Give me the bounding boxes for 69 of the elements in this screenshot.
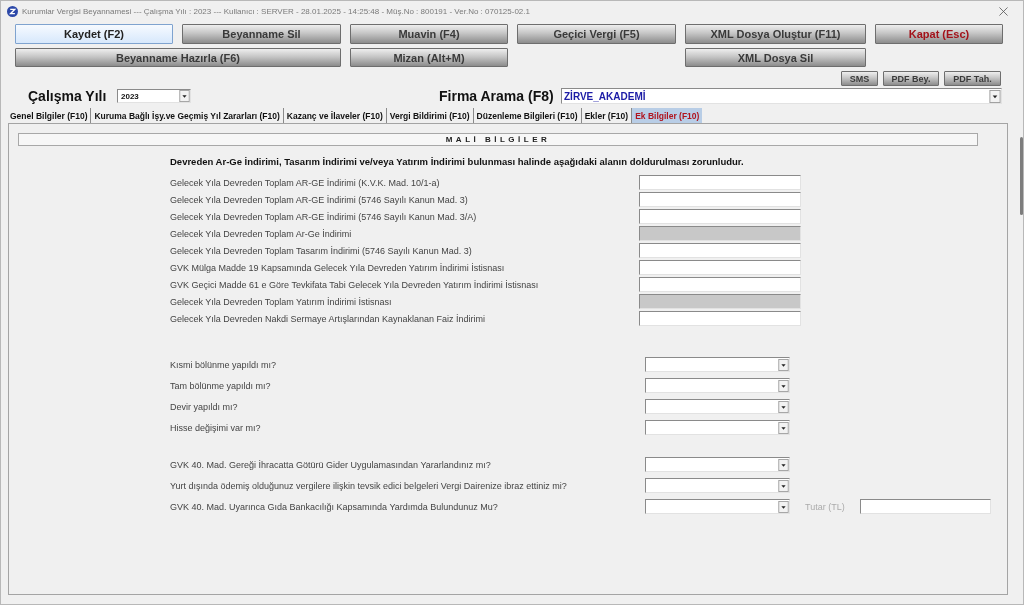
amount-label: Tutar (TL)	[805, 501, 846, 512]
input-field[interactable]	[639, 192, 801, 207]
question-label: Tam bölünme yapıldı mı?	[170, 380, 272, 391]
field-label: Gelecek Yıla Devreden Toplam AR-GE İndirimi (5746 Sayılı Kanun Mad. 3)	[170, 194, 469, 205]
toolbar-button[interactable]: XML Dosya Oluştur (F11)	[685, 24, 866, 44]
small-button[interactable]: SMS	[841, 71, 878, 86]
toolbar-button[interactable]: Beyanname Sil	[182, 24, 341, 44]
question-label: Kısmi bölünme yapıldı mı?	[170, 359, 278, 370]
tab[interactable]: Vergi Bildirimi (F10)	[385, 108, 473, 123]
caret-icon[interactable]	[989, 89, 1001, 103]
dropdown[interactable]	[645, 420, 790, 435]
toolbar-button[interactable]: Geçici Vergi (F5)	[517, 24, 676, 44]
tab[interactable]: Kuruma Bağlı İşy.ve Geçmiş Yıl Zararları (F10)	[90, 108, 283, 123]
toolbar-button[interactable]: Muavin (F4)	[350, 24, 508, 44]
field-label: Gelecek Yıla Devreden Toplam Yatırım İndirimi İstisnası	[170, 296, 393, 307]
question-label: Hisse değişimi var mı?	[170, 422, 262, 433]
tab[interactable]: Düzenleme Bilgileri (F10)	[472, 108, 581, 123]
caret-icon[interactable]	[778, 379, 789, 392]
input-field[interactable]	[639, 243, 801, 258]
company-search-label: Firma Arama (F8)	[439, 88, 555, 104]
scrollbar-thumb[interactable]	[1020, 137, 1023, 215]
question-label: Devir yapıldı mı?	[170, 401, 239, 412]
toolbar-button[interactable]: Kaydet (F2)	[15, 24, 173, 44]
dropdown[interactable]	[645, 457, 790, 472]
tab[interactable]: Kazanç ve İlaveler (F10)	[282, 108, 386, 123]
field-label: GVK Mülga Madde 19 Kapsamında Gelecek Yıla Devreden Yatırım İndirimi İstisnası	[170, 262, 506, 273]
dropdown[interactable]	[645, 357, 790, 372]
toolbar-button[interactable]: Mizan (Alt+M)	[350, 48, 508, 67]
question-label: GVK 40. Mad. Gereği İhracatta Götürü Gider Uygulamasından Yararlandınız mı?	[170, 459, 492, 470]
field-label: GVK Geçici Madde 61 e Göre Tevkifata Tabi Gelecek Yıla Devreden Yatırım İndirimi İstisnası	[170, 279, 540, 290]
field-label: Gelecek Yıla Devreden Toplam AR-GE İndirimi (5746 Sayılı Kanun Mad. 3/A)	[170, 211, 478, 222]
dropdown[interactable]	[645, 499, 790, 514]
caret-icon[interactable]	[179, 90, 190, 102]
year-label: Çalışma Yılı	[28, 88, 108, 104]
input-field[interactable]	[639, 277, 801, 292]
caret-icon[interactable]	[778, 479, 789, 492]
tab[interactable]: Genel Bilgiler (F10)	[9, 108, 91, 123]
section-header: MALİ BİLGİLER	[18, 133, 978, 146]
toolbar-button[interactable]: XML Dosya Sil	[685, 48, 866, 67]
input-field[interactable]	[639, 311, 801, 326]
dropdown[interactable]	[645, 378, 790, 393]
input-field[interactable]	[639, 209, 801, 224]
input-field[interactable]	[639, 260, 801, 275]
toolbar-button[interactable]: Beyanname Hazırla (F6)	[15, 48, 341, 67]
dropdown[interactable]	[645, 478, 790, 493]
window-title: Kurumlar Vergisi Beyannamesi --- Çalışma Yılı : 2023 --- Kullanıcı : SERVER - 28.01.2025 - 14:25:48 - Müş.No : 800191 - Ver.No : 070125-02.1	[22, 7, 531, 16]
input-field[interactable]	[639, 175, 801, 190]
small-button[interactable]: PDF Bey.	[883, 71, 939, 86]
question-label: GVK 40. Mad. Uyarınca Gıda Bankacılığı Kapsamında Yardımda Bulundunuz Mu?	[170, 501, 499, 512]
caret-icon[interactable]	[778, 358, 789, 371]
caret-icon[interactable]	[778, 458, 789, 471]
amount-input[interactable]	[860, 499, 991, 514]
app-logo-icon	[7, 6, 18, 17]
caret-icon[interactable]	[778, 400, 789, 413]
caret-icon[interactable]	[778, 500, 789, 513]
field-label: Gelecek Yıla Devreden Toplam AR-GE İndirimi (K.V.K. Mad. 10/1-a)	[170, 177, 441, 188]
caret-icon[interactable]	[778, 421, 789, 434]
small-button[interactable]: PDF Tah.	[944, 71, 1001, 86]
tab[interactable]: Ek Bilgiler (F10)	[631, 108, 703, 123]
company-search-dropdown[interactable]: ZİRVE_AKADEMİ	[561, 88, 1002, 104]
field-label: Gelecek Yıla Devreden Toplam Ar-Ge İndirimi	[170, 228, 353, 239]
field-label: Gelecek Yıla Devreden Toplam Tasarım İndirimi (5746 Sayılı Kanun Mad. 3)	[170, 245, 473, 256]
close-icon	[998, 7, 1008, 16]
field-label: Gelecek Yıla Devreden Nakdi Sermaye Artışlarından Kaynaklanan Faiz İndirimi	[170, 313, 486, 324]
notice-text: Devreden Ar-Ge İndirimi, Tasarım İndirimi ve/veya Yatırım İndirimi bulunması halinde aşağıdaki alanın doldurulması zorunludur.	[170, 156, 745, 168]
toolbar-button[interactable]: Kapat (Esc)	[875, 24, 1003, 44]
question-label: Yurt dışında ödemiş olduğunuz vergilere ilişkin tevsik edici belgeleri Vergi Dairenize ibraz ettiniz mi?	[170, 480, 568, 491]
year-dropdown[interactable]: 2023	[117, 89, 191, 103]
dropdown[interactable]	[645, 399, 790, 414]
